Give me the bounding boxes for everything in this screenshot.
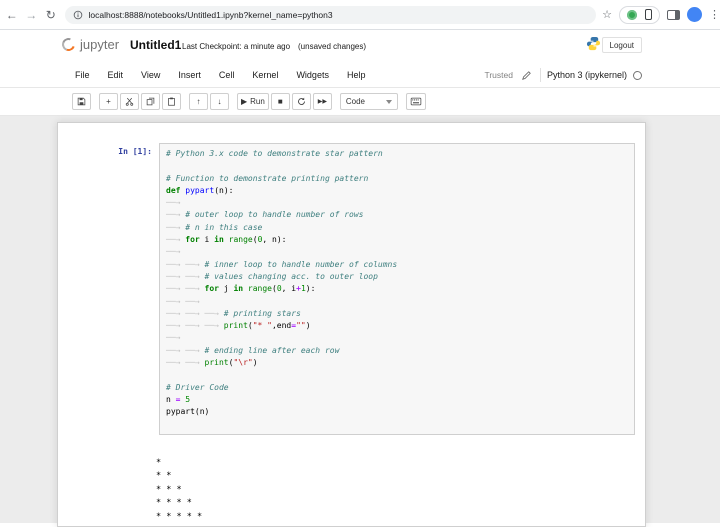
arrow-up-icon: ↑ [196,96,201,106]
browser-menu-icon[interactable]: ⋮ [709,8,720,21]
menu-file[interactable]: File [66,70,99,80]
cell-type-value: Code [345,97,365,106]
divider [539,68,541,82]
python-logo-icon [586,36,601,51]
notebook-area: In [1]: # Python 3.x code to demonstrate… [0,116,720,527]
trusted-badge: Trusted [484,70,513,80]
jupyter-logo-text[interactable]: jupyter [80,37,119,52]
add-cell-button[interactable]: + [99,93,118,110]
scissors-icon [125,97,134,106]
menu-edit[interactable]: Edit [99,70,133,80]
interrupt-kernel-button[interactable]: ■ [270,93,290,110]
profile-avatar[interactable] [686,7,702,22]
run-label: Run [250,97,265,106]
back-icon[interactable]: ← [4,8,20,22]
address-bar[interactable]: localhost:8888/notebooks/Untitled1.ipynb… [64,5,597,24]
forward-icon[interactable]: → [24,8,40,22]
paste-cell-button[interactable] [162,93,181,110]
keyboard-icon [410,97,422,106]
site-info-icon[interactable] [73,10,83,20]
edit-title-pencil-icon[interactable] [519,68,534,82]
chevron-down-icon [385,99,392,104]
cell-input-prompt: In [1]: [118,147,152,156]
kernel-name: Python 3 (ipykernel) [546,70,627,80]
copy-icon [146,97,155,106]
cut-cell-button[interactable] [120,93,139,110]
checkpoint-status: Last Checkpoint: a minute ago [182,42,291,51]
restart-run-all-button[interactable]: ▶▶ [312,93,332,110]
phone-extension-icon[interactable] [644,9,652,20]
jupyter-header: jupyter Untitled1 Last Checkpoint: a min… [0,30,720,62]
url-text[interactable]: localhost:8888/notebooks/Untitled1.ipynb… [89,10,333,20]
extension-green-icon[interactable] [626,9,637,20]
command-palette-button[interactable] [405,93,426,110]
menu-bar: File Edit View Insert Cell Kernel Widget… [0,62,720,88]
menu-insert[interactable]: Insert [169,70,210,80]
refresh-icon[interactable]: ↻ [43,8,59,22]
browser-chrome: ← → ↻ localhost:8888/notebooks/Untitled1… [0,0,720,30]
arrow-down-icon: ↓ [217,96,222,106]
menu-view[interactable]: View [132,70,169,80]
extensions-pill [618,5,660,24]
move-cell-down-button[interactable]: ↓ [210,93,229,110]
move-cell-up-button[interactable]: ↑ [189,93,208,110]
jupyter-logo-icon[interactable] [59,35,78,54]
code-editor[interactable]: # Python 3.x code to demonstrate star pa… [159,143,635,435]
stop-icon: ■ [277,96,283,106]
clipboard-icon [168,97,175,106]
run-button[interactable]: ▶ Run [237,93,269,110]
menu-widgets[interactable]: Widgets [287,70,338,80]
notebook-title[interactable]: Untitled1 [130,38,181,52]
logout-button[interactable]: Logout [601,37,642,53]
sidebar-panel-icon[interactable] [666,9,680,20]
output-text: * * * * * * * * * * * * * * * [156,458,203,522]
fast-forward-icon: ▶▶ [317,98,327,105]
menu-help[interactable]: Help [338,70,375,80]
kernel-idle-icon [633,70,642,80]
restart-kernel-button[interactable] [291,93,311,110]
menu-kernel[interactable]: Kernel [243,70,287,80]
floppy-icon [77,97,86,106]
save-button[interactable] [72,93,91,110]
restart-icon [297,97,305,105]
cell-type-dropdown[interactable]: Code [339,93,398,110]
notebook-page: In [1]: # Python 3.x code to demonstrate… [57,122,646,527]
copy-cell-button[interactable] [141,93,160,110]
menu-cell[interactable]: Cell [210,70,244,80]
notebook-toolbar: + ↑ ↓ ▶ Run ■ ▶▶ Code [0,88,720,116]
unsaved-changes-status: (unsaved changes) [298,42,367,51]
play-icon: ▶ [241,96,248,106]
bookmark-star-icon[interactable]: ☆ [602,8,612,21]
plus-icon: + [106,96,111,106]
